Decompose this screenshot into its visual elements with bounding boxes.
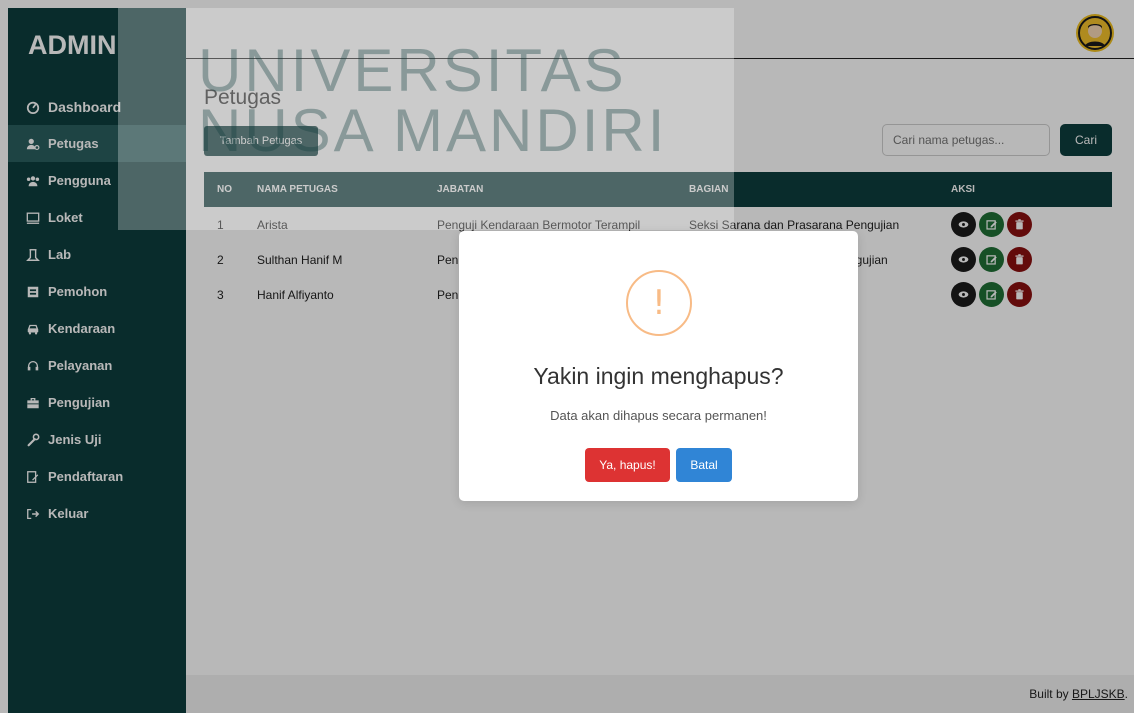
watermark-line1: UNIVERSITAS bbox=[198, 37, 627, 104]
dialog-text: Data akan dihapus secara permanen! bbox=[550, 408, 767, 423]
dialog-title: Yakin ingin menghapus? bbox=[533, 363, 784, 389]
delete-confirm-dialog: ! Yakin ingin menghapus? Data akan dihap… bbox=[459, 231, 858, 501]
watermark-line2: NUSA MANDIRI bbox=[198, 97, 668, 164]
warning-icon: ! bbox=[626, 270, 692, 336]
cancel-button[interactable]: Batal bbox=[676, 448, 732, 482]
watermark: UNIVERSITAS NUSA MANDIRI bbox=[118, 0, 734, 230]
confirm-delete-button[interactable]: Ya, hapus! bbox=[585, 448, 670, 482]
